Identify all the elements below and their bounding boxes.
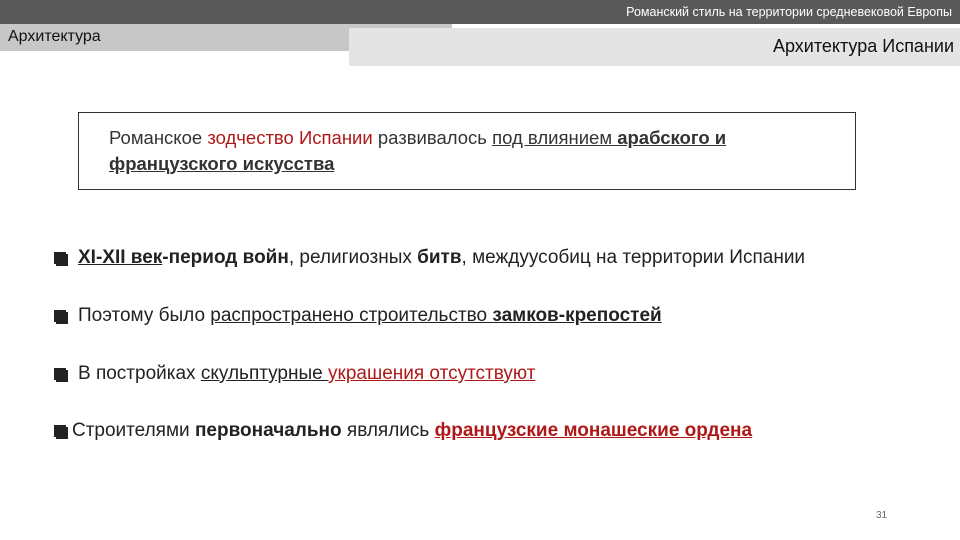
intro-highlight: зодчество Испании (207, 127, 373, 148)
section-label: Архитектура (8, 28, 101, 45)
slide-subtitle: Архитектура Испании (772, 36, 954, 56)
bullet-text: украшения отсутствуют (328, 363, 536, 384)
bullet-text: битв (417, 247, 462, 268)
bullet-item: XI-XII век-период войн, религиозных битв… (54, 247, 805, 269)
bullet-text: скульптурные (200, 363, 328, 384)
bullet-text: замков-крепостей (492, 305, 662, 326)
course-title: Романский стиль на территории средневеко… (626, 5, 952, 19)
intro-underlined: под влиянием (492, 127, 618, 148)
bullet-text: -период войн (162, 247, 289, 268)
subtitle-bar: Архитектура Испании (349, 28, 960, 66)
bullet-text: , религиозных (288, 247, 418, 268)
intro-box: Романское зодчество Испании развивалось … (78, 112, 856, 190)
bullet-text: , междуусобиц на территории Испании (461, 247, 806, 268)
header-band: Романский стиль на территории средневеко… (0, 0, 960, 24)
bullet-text: Поэтому было (78, 305, 211, 326)
intro-text: развивалось (372, 127, 493, 148)
bullet-text: Строителями (72, 420, 195, 441)
bullet-item: В постройках скульптурные украшения отсу… (54, 363, 535, 385)
bullet-text: распространено строительство (210, 305, 493, 326)
checkbox-bullet-icon (54, 252, 68, 266)
intro-text: Романское (109, 127, 208, 148)
bullet-text: французские монашеские ордена (434, 420, 753, 441)
checkbox-bullet-icon (54, 425, 68, 439)
bullet-item: Строителями первоначально являлись франц… (54, 420, 752, 442)
page-number: 31 (876, 510, 888, 521)
bullet-text: первоначально (194, 420, 342, 441)
bullet-text: XI-XII век (78, 247, 163, 268)
bullet-text: являлись (341, 420, 435, 441)
bullet-item: Поэтому было распространено строительств… (54, 305, 662, 327)
checkbox-bullet-icon (54, 368, 68, 382)
bullet-text: В постройках (78, 363, 201, 384)
checkbox-bullet-icon (54, 310, 68, 324)
